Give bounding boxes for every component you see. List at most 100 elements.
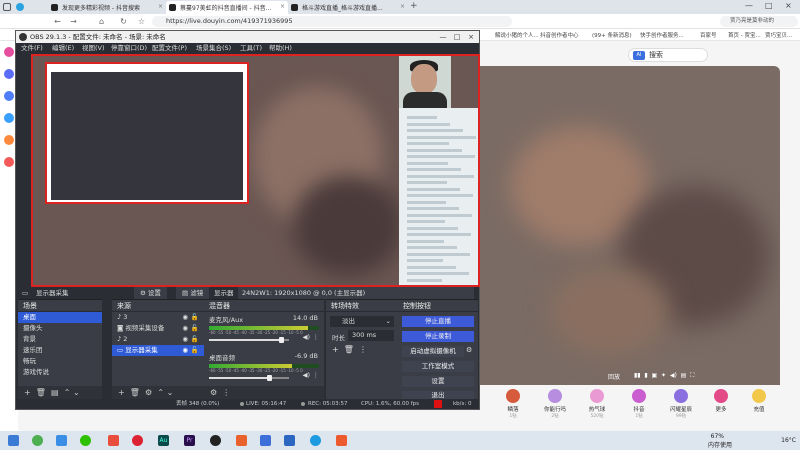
delete-icon[interactable]: 🗑 xyxy=(344,345,354,354)
telegram-icon[interactable] xyxy=(16,3,24,11)
more-icon[interactable]: ⋮ xyxy=(313,333,320,341)
app-icon[interactable] xyxy=(32,435,43,446)
wechat-icon[interactable] xyxy=(80,435,91,446)
visibility-icon[interactable]: ◉ xyxy=(182,323,188,334)
lock-icon[interactable]: 🔓 xyxy=(191,323,199,334)
close-button[interactable]: × xyxy=(464,31,478,43)
obs-preview[interactable] xyxy=(31,54,480,287)
minimize-button[interactable]: — xyxy=(745,1,753,10)
scene-item[interactable]: 摄像头 xyxy=(18,323,102,334)
speaker-icon[interactable]: ◀) xyxy=(302,333,310,341)
close-window-button[interactable]: × xyxy=(785,1,792,10)
menu-docks[interactable]: 停靠窗口(D) xyxy=(111,43,147,54)
chrome-icon[interactable] xyxy=(132,435,143,446)
stop-recording-button[interactable]: 停止录制 xyxy=(402,331,474,342)
lock-icon[interactable]: 🔓 xyxy=(191,345,199,356)
url-field[interactable]: https://live.douyin.com/419371936995 xyxy=(152,16,512,27)
speaker-icon[interactable]: ◀) xyxy=(302,371,310,379)
visibility-icon[interactable]: ◉ xyxy=(182,312,188,323)
slider-handle[interactable] xyxy=(279,337,284,343)
scene-item[interactable]: 桌面 xyxy=(18,312,102,323)
filters-button[interactable]: ▤ 滤镜 xyxy=(176,287,210,299)
new-tab-button[interactable]: + xyxy=(410,1,418,11)
live-video-player[interactable]: 回放 ▮▮ ▮ ▣ ✦ ◀) ▤ ⛶ xyxy=(470,66,780,416)
app-icon[interactable] xyxy=(56,435,67,446)
more-icon[interactable]: ⋮ xyxy=(359,345,367,354)
app-icon[interactable] xyxy=(310,435,321,446)
gift-item[interactable]: 你能行吗 2钻 xyxy=(540,389,570,419)
bookmark-item[interactable]: (99+ 条新消息) xyxy=(592,31,632,39)
forward-icon[interactable]: → xyxy=(68,16,79,27)
stop-streaming-button[interactable]: 停止直播 xyxy=(402,316,474,327)
close-icon[interactable]: × xyxy=(158,3,163,10)
preview-canvas[interactable] xyxy=(31,54,480,287)
down-icon[interactable]: ⌄ xyxy=(73,388,80,397)
close-icon[interactable]: × xyxy=(280,3,285,10)
gear-icon[interactable]: ⚙ xyxy=(210,388,217,397)
back-icon[interactable]: ← xyxy=(52,16,63,27)
transition-select[interactable]: 淡出 ⌄ xyxy=(330,316,394,327)
app-icon[interactable] xyxy=(284,435,295,446)
visibility-icon[interactable]: ◉ xyxy=(182,345,188,356)
menu-edit[interactable]: 编辑(E) xyxy=(52,43,74,54)
app-icon[interactable] xyxy=(4,157,14,167)
down-icon[interactable]: ⌄ xyxy=(167,388,174,397)
tab-search[interactable]: 发现更多精彩视频 - 抖音搜索 × xyxy=(48,1,166,14)
browser-search-field[interactable]: 贾乃亮是莫非动的 xyxy=(720,16,798,27)
exit-button[interactable]: 退出 xyxy=(402,391,474,399)
gift-item[interactable]: 鳞落 1钻 xyxy=(498,389,528,419)
minimize-button[interactable]: — xyxy=(436,31,450,43)
douyin-search-button[interactable]: AI 搜索 xyxy=(628,48,708,62)
add-icon[interactable]: + xyxy=(118,388,125,397)
properties-button[interactable]: ⚙ 设置 xyxy=(134,287,167,299)
browser-menu-icon[interactable] xyxy=(3,3,11,11)
reload-icon[interactable]: ↻ xyxy=(118,16,129,27)
visibility-icon[interactable]: ◉ xyxy=(182,334,188,345)
audition-icon[interactable]: Au xyxy=(158,435,169,446)
gear-icon[interactable]: ⚙ xyxy=(145,388,152,397)
menu-help[interactable]: 帮助(H) xyxy=(269,43,292,54)
source-item[interactable]: ♪ 2 ◉ 🔓 xyxy=(112,334,204,345)
bookmark-item[interactable]: 贾巧宝贝... xyxy=(765,31,792,39)
close-icon[interactable]: × xyxy=(400,3,405,10)
start-virtual-camera-button[interactable]: 启动虚拟摄像机 xyxy=(402,346,464,357)
obs-icon[interactable] xyxy=(210,435,221,446)
settings-button[interactable]: 设置 xyxy=(402,376,474,387)
delete-icon[interactable]: 🗑 xyxy=(36,388,46,397)
app-icon[interactable] xyxy=(108,435,119,446)
app-icon[interactable] xyxy=(336,435,347,446)
gift-item[interactable]: 更多 xyxy=(706,389,736,413)
bookmark-item[interactable]: 百家号 xyxy=(700,31,717,39)
lock-icon[interactable]: 🔓 xyxy=(191,312,199,323)
home-icon[interactable]: ⌂ xyxy=(96,16,107,27)
menu-profile[interactable]: 配置文件(P) xyxy=(152,43,187,54)
start-icon[interactable] xyxy=(8,435,19,446)
maximize-button[interactable]: □ xyxy=(765,1,773,10)
source-item[interactable]: ▭ 显示器采集 ◉ 🔓 xyxy=(112,345,204,356)
up-icon[interactable]: ⌃ xyxy=(157,388,164,397)
play-controls[interactable]: ▮▮ ▮ ▣ ✦ ◀) ▤ ⛶ xyxy=(634,372,694,380)
duration-field[interactable]: 300 ms xyxy=(348,330,394,341)
premiere-icon[interactable]: Pr xyxy=(184,435,195,446)
more-icon[interactable]: ⋮ xyxy=(313,371,320,379)
app-icon[interactable] xyxy=(4,113,14,123)
tab-live[interactable]: 蔡蔓97美虹的抖音直播间 - 抖音... × xyxy=(166,1,288,14)
bookmark-item[interactable]: 快手创作者服务... xyxy=(640,31,684,39)
scene-item[interactable]: 速乐团 xyxy=(18,345,102,356)
source-item[interactable]: ◙ 视频采集设备 ◉ 🔓 xyxy=(112,323,204,334)
app-icon[interactable] xyxy=(4,69,14,79)
gift-item[interactable]: 热气球 520钻 xyxy=(582,389,612,419)
up-icon[interactable]: ⌃ xyxy=(64,388,71,397)
bookmark-item[interactable]: 解说小猪的个人... xyxy=(495,31,539,39)
app-icon[interactable] xyxy=(260,435,271,446)
app-icon[interactable] xyxy=(4,135,14,145)
lock-icon[interactable]: 🔓 xyxy=(191,334,199,345)
ai-icon[interactable] xyxy=(4,91,14,101)
tab-game[interactable]: 格斗游戏直播_格斗游戏直播... × xyxy=(288,1,408,14)
studio-mode-button[interactable]: 工作室模式 xyxy=(402,361,474,372)
menu-tools[interactable]: 工具(T) xyxy=(240,43,262,54)
add-icon[interactable]: + xyxy=(24,388,31,397)
scene-item[interactable]: 畅玩 xyxy=(18,356,102,367)
menu-view[interactable]: 视图(V) xyxy=(82,43,105,54)
maximize-button[interactable]: □ xyxy=(450,31,464,43)
